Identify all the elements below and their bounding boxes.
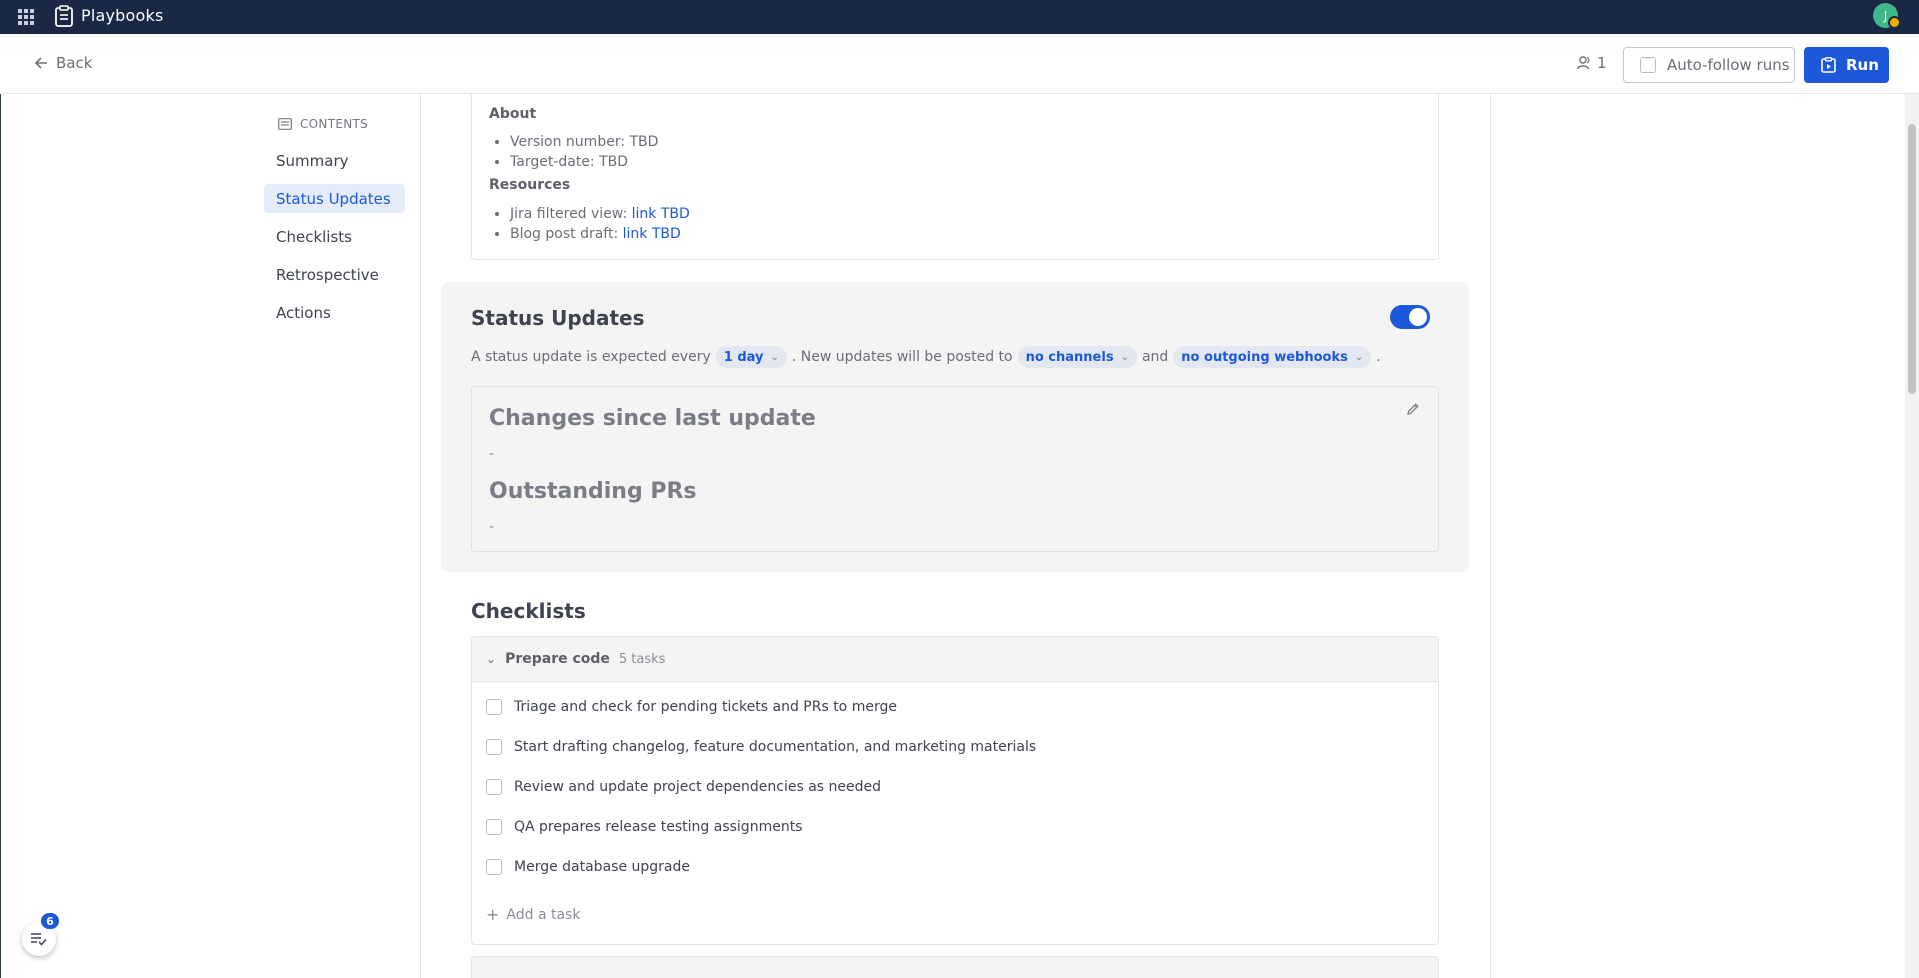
chevron-down-icon: ⌄ (1354, 351, 1364, 363)
task-label: QA prepares release testing assignments (514, 819, 803, 835)
task-checkbox[interactable] (486, 779, 502, 795)
run-button[interactable]: Run (1804, 47, 1889, 83)
auto-follow-checkbox[interactable] (1640, 57, 1656, 73)
list-item: Blog post draft: link TBD (510, 224, 690, 244)
resources-list: Jira filtered view: link TBD Blog post d… (510, 204, 690, 244)
task-checkbox[interactable] (486, 859, 502, 875)
run-playbook-icon (1821, 57, 1836, 73)
window-border (0, 94, 1, 978)
back-button[interactable]: Back (34, 54, 92, 72)
checklist-item[interactable]: Start drafting changelog, feature docume… (486, 739, 1036, 755)
checklist-card-next[interactable] (471, 956, 1439, 978)
playbooks-icon (55, 5, 73, 27)
jira-link[interactable]: link TBD (632, 206, 690, 222)
resource-label: Jira filtered view: (510, 206, 632, 222)
chevron-down-icon: ⌄ (770, 351, 779, 363)
checklist-name: Prepare code (505, 651, 610, 667)
status-update-template[interactable]: Changes since last update - Outstanding … (471, 386, 1439, 552)
toc-item-checklists[interactable]: Checklists (264, 222, 405, 251)
checklist-item[interactable]: Triage and check for pending tickets and… (486, 699, 897, 715)
toc-item-status-updates[interactable]: Status Updates (264, 184, 405, 213)
app-title[interactable]: Playbooks (81, 6, 164, 25)
add-task-label: Add a task (506, 906, 581, 923)
followers-button[interactable]: 1 (1576, 54, 1607, 72)
resource-label: Blog post draft: (510, 226, 623, 242)
checklist-icon (31, 933, 47, 946)
edit-pencil-icon[interactable] (1406, 402, 1420, 416)
product-menu-icon[interactable] (17, 8, 35, 26)
channels-value: no channels (1025, 349, 1114, 365)
template-text: - (489, 519, 495, 535)
run-label: Run (1846, 56, 1879, 74)
webhooks-dropdown[interactable]: no outgoing webhooks ⌄ (1173, 346, 1372, 368)
template-heading: Outstanding PRs (489, 479, 697, 504)
chevron-down-icon: ⌄ (1120, 351, 1129, 363)
sentence-text: A status update is expected every (471, 349, 711, 365)
blog-post-link[interactable]: link TBD (623, 226, 681, 242)
tasks-count-badge: 6 (41, 913, 59, 929)
template-heading: Changes since last update (489, 406, 816, 431)
list-item: Target-date: TBD (510, 152, 658, 172)
chevron-down-icon[interactable]: ⌄ (486, 652, 496, 666)
broadcast-channels-dropdown[interactable]: no channels ⌄ (1017, 346, 1137, 368)
list-item: Version number: TBD (510, 132, 658, 152)
contents-heading: CONTENTS (278, 117, 368, 131)
away-status-icon (1888, 16, 1901, 29)
status-update-settings: A status update is expected every 1 day ⌄… (471, 346, 1381, 368)
template-text: - (489, 446, 495, 462)
task-label: Start drafting changelog, feature docume… (514, 739, 1037, 755)
task-label: Review and update project dependencies a… (514, 779, 882, 795)
task-checkbox[interactable] (486, 819, 502, 835)
checklist-item[interactable]: Review and update project dependencies a… (486, 779, 881, 795)
toc-item-retrospective[interactable]: Retrospective (264, 260, 405, 289)
scrollbar-thumb[interactable] (1908, 124, 1916, 394)
checklist-card: ⌄ Prepare code 5 tasks Triage and check … (471, 636, 1439, 945)
sentence-text: . (1376, 349, 1381, 365)
task-checkbox[interactable] (486, 739, 502, 755)
list-icon (278, 118, 292, 130)
arrow-left-icon (34, 57, 47, 69)
user-outline-icon (1576, 56, 1590, 70)
auto-follow-label: Auto-follow runs (1667, 56, 1790, 74)
back-label: Back (56, 54, 93, 72)
resources-heading: Resources (489, 177, 571, 193)
toc-item-summary[interactable]: Summary (264, 146, 405, 175)
task-checkbox[interactable] (486, 699, 502, 715)
add-task-button[interactable]: + Add a task (486, 905, 580, 924)
auto-follow-runs-button[interactable]: Auto-follow runs (1623, 47, 1795, 83)
about-list: Version number: TBD Target-date: TBD (510, 132, 658, 172)
checklists-title: Checklists (471, 599, 586, 623)
task-label: Triage and check for pending tickets and… (514, 699, 897, 715)
checklist-item[interactable]: QA prepares release testing assignments (486, 819, 802, 835)
plus-icon: + (486, 905, 500, 924)
checklist-item[interactable]: Merge database upgrade (486, 859, 690, 875)
status-updates-toggle[interactable] (1390, 305, 1430, 329)
about-heading: About (489, 106, 537, 122)
list-item: Jira filtered view: link TBD (510, 204, 690, 224)
interval-value: 1 day (723, 349, 764, 365)
contents-heading-label: CONTENTS (300, 117, 369, 131)
followers-count: 1 (1597, 54, 1607, 72)
sentence-text: and (1141, 349, 1169, 365)
global-header: Playbooks J (0, 0, 1919, 34)
toc-item-actions[interactable]: Actions (264, 298, 405, 327)
webhooks-value: no outgoing webhooks (1181, 349, 1348, 365)
summary-card[interactable]: About Version number: TBD Target-date: T… (471, 94, 1439, 260)
checklist-header[interactable]: ⌄ Prepare code 5 tasks (472, 637, 1438, 682)
sentence-text: . New updates will be posted to (791, 349, 1013, 365)
update-interval-dropdown[interactable]: 1 day ⌄ (715, 346, 787, 368)
status-updates-title: Status Updates (471, 306, 645, 330)
checklist-task-count: 5 tasks (618, 651, 666, 667)
task-label: Merge database upgrade (514, 859, 690, 875)
